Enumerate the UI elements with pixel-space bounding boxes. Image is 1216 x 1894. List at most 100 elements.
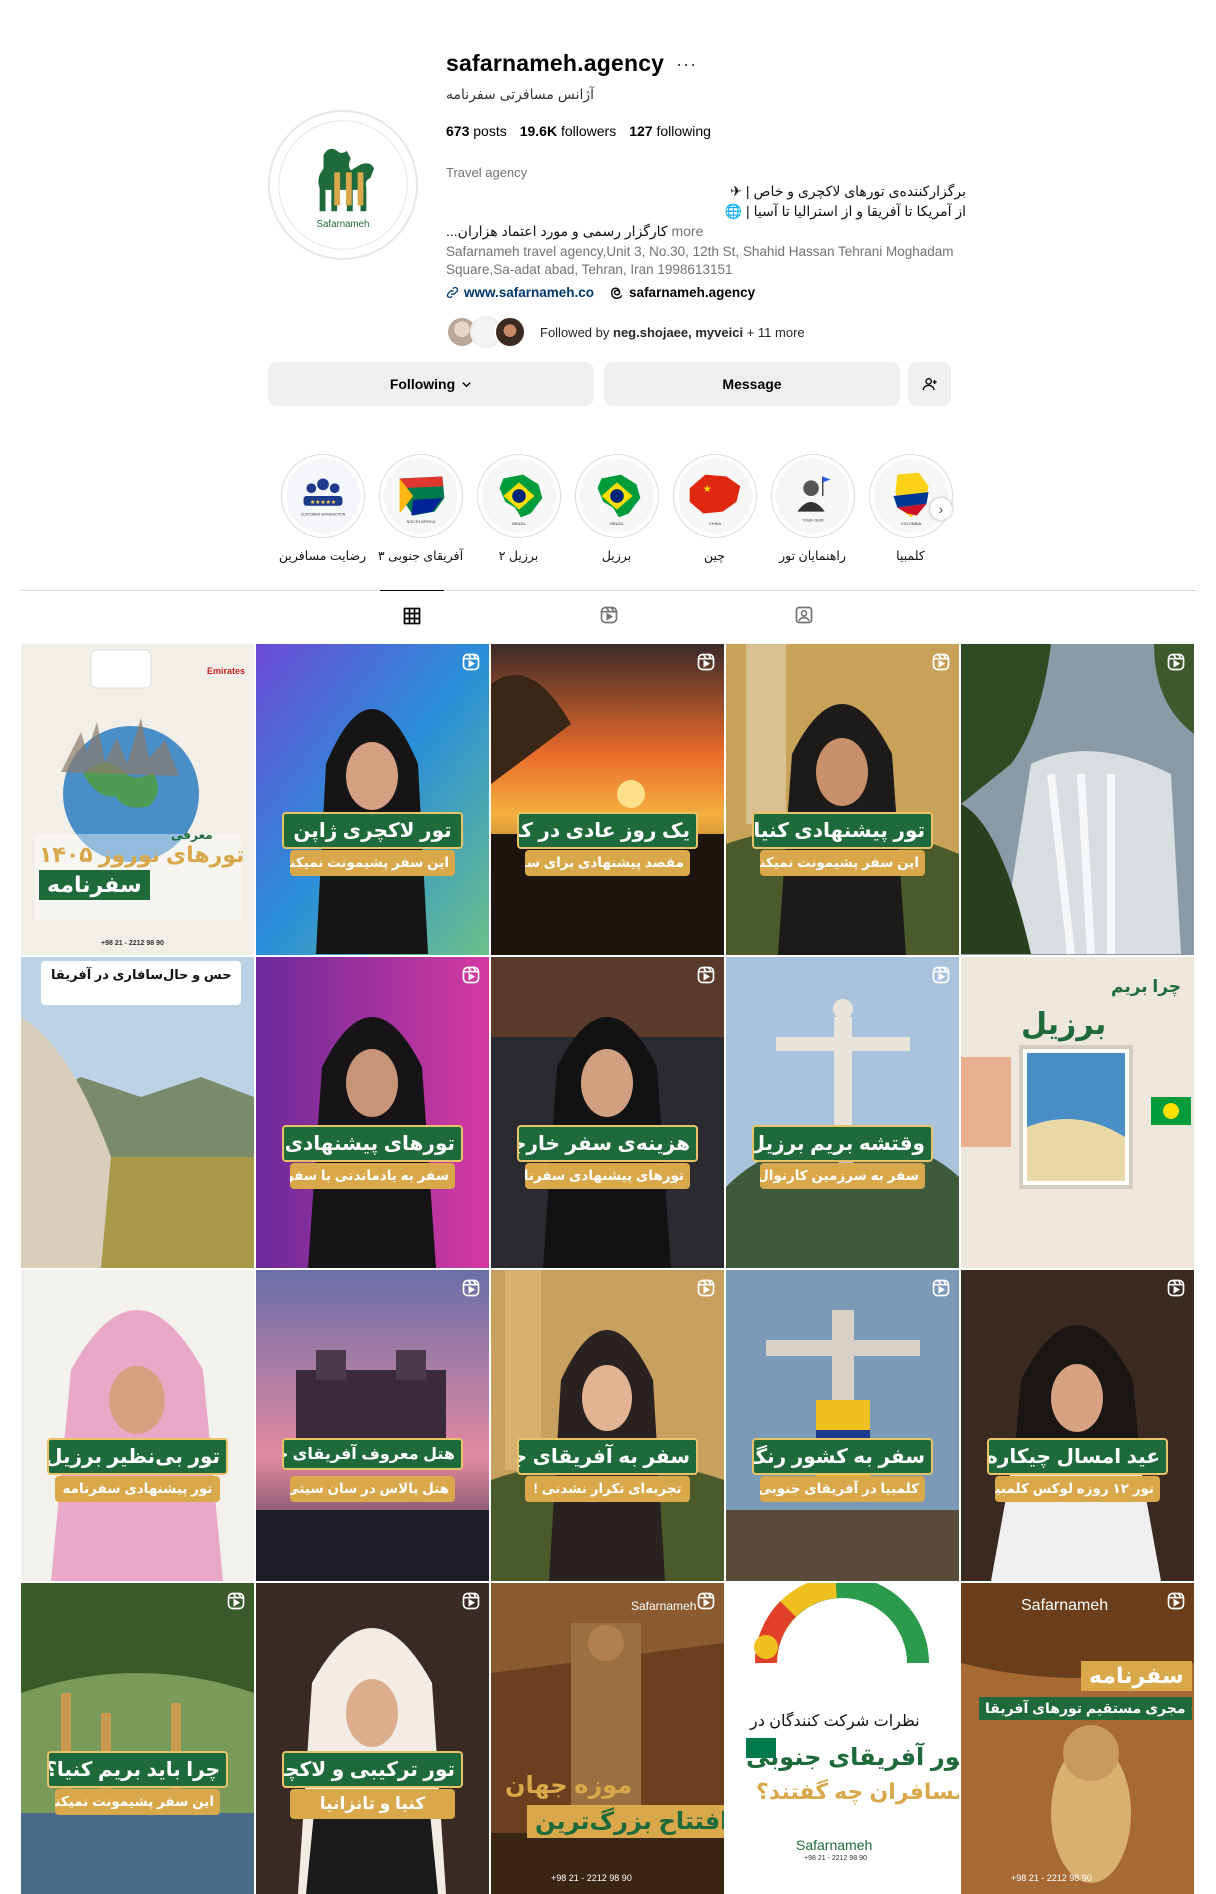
reels-icon: [600, 606, 618, 624]
profile-address: Safarnameh travel agency,Unit 3, No.30, …: [446, 244, 954, 277]
highlight-brazil[interactable]: BRAZIL برزیل: [574, 454, 659, 563]
threads-link[interactable]: safarnameh.agency: [610, 285, 755, 300]
bio-more-link[interactable]: more: [671, 223, 703, 239]
website-link[interactable]: www.safarnameh.co: [446, 285, 594, 300]
post-tile[interactable]: [961, 644, 1194, 955]
post-title: چرا باید بریم کنیا؟: [47, 1751, 228, 1788]
tab-reels[interactable]: [577, 590, 641, 640]
reel-icon: [932, 1279, 950, 1297]
profile-category: Travel agency: [446, 165, 528, 180]
reel-icon: [1167, 1279, 1185, 1297]
suggested-accounts-button[interactable]: [908, 362, 951, 406]
post-tile[interactable]: حس و حال‌سافاری در آفریقا: [21, 957, 254, 1268]
profile-avatar[interactable]: Safarnameh: [268, 110, 418, 260]
highlight-china[interactable]: ★ CHINA چین: [672, 454, 757, 563]
following-button[interactable]: Following: [268, 362, 594, 406]
post-tile[interactable]: یک روز عادی در کنیا مقصد پیشنهادی برای س…: [491, 644, 724, 955]
highlights-next-button[interactable]: ›: [930, 498, 952, 520]
post-title: تور آفریقای جنوبی: [746, 1744, 959, 1771]
post-tile[interactable]: چرا باید بریم کنیا؟ این سفر پشیمونت نمیک…: [21, 1583, 254, 1894]
profile-header: Safarnameh safarnameh.agency ··· آژانس م…: [268, 48, 966, 348]
followed-by[interactable]: Followed by neg.shojaee, myveici + 11 mo…: [446, 316, 966, 348]
highlight-label: چین: [703, 549, 725, 563]
reel-icon: [697, 1592, 715, 1610]
svg-text:★★★★★: ★★★★★: [309, 499, 335, 506]
post-tile[interactable]: چرا بریم برزیل: [961, 957, 1194, 1268]
post-kicker: نظرات شرکت کنندگان در: [750, 1713, 920, 1730]
post-subtitle: سفرنامه: [39, 870, 150, 900]
post-subtitle: مقصد پیشنهادی برای سفر: [525, 850, 690, 876]
reel-icon: [1167, 653, 1185, 671]
reel-icon: [462, 653, 480, 671]
grid-icon: [403, 607, 421, 624]
post-title: وقتشه بریم برزیل: [752, 1125, 933, 1162]
post-footer: +98 21 - 2212 98 90: [1011, 1873, 1092, 1883]
post-kicker: چرا بریم: [1111, 977, 1182, 996]
post-title: تورهای نوروز ۱۴۰۵: [39, 842, 245, 867]
post-subtitle: مجری مستقیم تورهای آفریقا: [979, 1697, 1192, 1720]
post-title: موزه جهان: [505, 1772, 633, 1799]
tab-posts[interactable]: [380, 590, 444, 640]
tab-tagged[interactable]: [772, 590, 836, 640]
post-title: سفرنامه: [1081, 1661, 1192, 1691]
svg-text:BRAZIL: BRAZIL: [610, 521, 624, 526]
highlight-brazil-2[interactable]: BRAZIL برزیل ۲: [476, 454, 561, 563]
post-title: عید امسال چیکاره‌ای؟: [987, 1438, 1168, 1475]
post-title: هتل معروف آفریقای جنوبی: [282, 1438, 463, 1470]
options-icon[interactable]: ···: [676, 55, 697, 73]
highlight-satisfaction[interactable]: ★★★★★ CUSTOMER SATISFACTION رضایت مسافری…: [279, 454, 366, 563]
svg-text:SOUTH AFRICA: SOUTH AFRICA: [406, 519, 435, 524]
post-tile[interactable]: سفر به کشور رنگ‌ها کلمبیا در آفریقای جنو…: [726, 1270, 959, 1581]
post-tile[interactable]: تور ترکیبی و لاکچری کنیا و تانزانیا: [256, 1583, 489, 1894]
svg-text:TOUR GUID: TOUR GUID: [802, 517, 824, 522]
username: safarnameh.agency: [446, 49, 665, 76]
post-brand: Safarnameh: [631, 1599, 697, 1613]
avatar-logo-text: Safarnameh: [317, 219, 370, 230]
post-subtitle: هتل پالاس در سان سیتی: [290, 1476, 455, 1502]
post-subtitle: تورهای پیشنهادی سفرنامه: [525, 1163, 690, 1189]
threads-icon: [611, 286, 623, 299]
post-tile[interactable]: هتل معروف آفریقای جنوبی هتل پالاس در سان…: [256, 1270, 489, 1581]
post-tile[interactable]: سفر به آفریقای جنوبی تجربه‌ای تکرار نشدن…: [491, 1270, 724, 1581]
post-brand: Safarnameh: [796, 1837, 873, 1853]
post-tile[interactable]: تور پیشنهادی کنیا این سفر پشیمونت نمیکنه: [726, 644, 959, 955]
post-tile[interactable]: Safarnameh موزه جهان افتتاح بزرگ‌ترین +9…: [491, 1583, 724, 1894]
bio-line-1: برگزارکننده‌ی تورهای لاکچری و خاص | ✈: [730, 183, 966, 199]
highlight-south-africa-3[interactable]: SOUTH AFRICA آفریقای جنوبی ۳: [378, 454, 463, 563]
post-subtitle: سفر به سرزمین کارنوال‌ها: [760, 1163, 925, 1189]
svg-text:CUSTOMER SATISFACTION: CUSTOMER SATISFACTION: [300, 512, 345, 516]
reel-icon: [932, 653, 950, 671]
post-subtitle: مسافران چه گفتند؟: [756, 1779, 959, 1804]
post-subtitle: این سفر پشیمونت نمیکنه: [760, 850, 925, 876]
chevron-down-icon: [462, 381, 471, 387]
post-kicker: معرفی: [171, 828, 213, 842]
reel-icon: [462, 966, 480, 984]
highlight-tour-guides[interactable]: TOUR GUID راهنمایان تور: [770, 454, 855, 563]
following-stat[interactable]: 127 following: [629, 123, 711, 139]
post-tile[interactable]: وقتشه بریم برزیل سفر به سرزمین کارنوال‌ه…: [726, 957, 959, 1268]
post-subtitle: کنیا و تانزانیا: [290, 1789, 455, 1819]
post-subtitle: این سفر پشیمونت نمیکنه: [55, 1789, 220, 1815]
post-footer: +98 21 - 2212 98 90: [804, 1855, 867, 1862]
story-highlights: ★★★★★ CUSTOMER SATISFACTION رضایت مسافری…: [279, 454, 953, 563]
profile-info: safarnameh.agency ··· آژانس مسافرتی سفرن…: [446, 48, 966, 348]
reel-icon: [462, 1592, 480, 1610]
post-title: سفر به کشور رنگ‌ها: [752, 1438, 933, 1475]
post-tile[interactable]: Safarnameh سفرنامه مجری مستقیم تورهای آف…: [961, 1583, 1194, 1894]
post-tile[interactable]: هزینه‌ی سفر خارجی تورهای پیشنهادی سفرنام…: [491, 957, 724, 1268]
post-subtitle: تور پیشنهادی سفرنامه: [55, 1476, 220, 1502]
post-tile[interactable]: عید امسال چیکاره‌ای؟ تور ۱۲ روزه لوکس کل…: [961, 1270, 1194, 1581]
followers-stat[interactable]: 19.6K followers: [520, 123, 617, 139]
follower-avatar: [494, 316, 526, 348]
bio-line-2: از آمریکا تا آفریقا و از استرالیا تا آسی…: [724, 203, 966, 219]
post-tile[interactable]: معرفی تورهای نوروز ۱۴۰۵ سفرنامه Emirates…: [21, 644, 254, 955]
post-tile[interactable]: تور بی‌نظیر برزیل تور پیشنهادی سفرنامه: [21, 1270, 254, 1581]
post-title: برزیل: [1021, 1008, 1107, 1041]
message-button[interactable]: Message: [604, 362, 900, 406]
post-tile[interactable]: نظرات شرکت کنندگان در تور آفریقای جنوبی …: [726, 1583, 959, 1894]
post-tile[interactable]: تور لاکچری ژاپن این سفر پشیمونت نمیکنه: [256, 644, 489, 955]
post-tile[interactable]: تورهای پیشنهادی سفر به یادماندنی با سفرن…: [256, 957, 489, 1268]
posts-stat: 673 posts: [446, 123, 507, 139]
link-icon: [446, 286, 459, 299]
post-footer: +98 21 - 2212 98 90: [551, 1873, 632, 1883]
